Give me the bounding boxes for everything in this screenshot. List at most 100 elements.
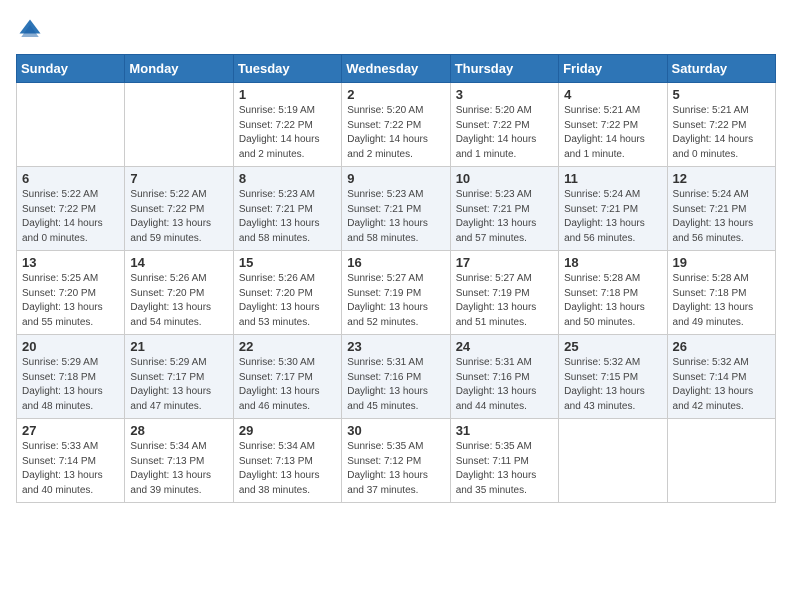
- calendar-table: SundayMondayTuesdayWednesdayThursdayFrid…: [16, 54, 776, 503]
- day-info: Sunrise: 5:21 AM Sunset: 7:22 PM Dayligh…: [673, 104, 770, 162]
- day-info: Sunrise: 5:23 AM Sunset: 7:21 PM Dayligh…: [456, 188, 553, 246]
- calendar-cell: 11 Sunrise: 5:24 AM Sunset: 7:21 PM Dayli…: [559, 167, 667, 251]
- day-info: Sunrise: 5:32 AM Sunset: 7:14 PM Dayligh…: [673, 356, 770, 414]
- day-number: 9: [347, 171, 444, 186]
- calendar-cell: 9 Sunrise: 5:23 AM Sunset: 7:21 PM Daylig…: [342, 167, 450, 251]
- calendar-week-row: 6 Sunrise: 5:22 AM Sunset: 7:22 PM Daylig…: [17, 167, 776, 251]
- day-number: 17: [456, 255, 553, 270]
- calendar-week-row: 13 Sunrise: 5:25 AM Sunset: 7:20 PM Dayli…: [17, 251, 776, 335]
- calendar-cell: 27Sunrise: 5:33 AM Sunset: 7:14 PM Dayli…: [17, 419, 125, 503]
- day-number: 5: [673, 87, 770, 102]
- day-info: Sunrise: 5:31 AM Sunset: 7:16 PM Dayligh…: [347, 356, 444, 414]
- calendar-day-header: Saturday: [667, 55, 775, 83]
- day-info: Sunrise: 5:33 AM Sunset: 7:14 PM Dayligh…: [22, 440, 119, 498]
- day-info: Sunrise: 5:22 AM Sunset: 7:22 PM Dayligh…: [130, 188, 227, 246]
- day-number: 26: [673, 339, 770, 354]
- day-info: Sunrise: 5:27 AM Sunset: 7:19 PM Dayligh…: [347, 272, 444, 330]
- day-info: Sunrise: 5:32 AM Sunset: 7:15 PM Dayligh…: [564, 356, 661, 414]
- calendar-day-header: Friday: [559, 55, 667, 83]
- day-number: 24: [456, 339, 553, 354]
- calendar-day-header: Sunday: [17, 55, 125, 83]
- calendar-cell: 13 Sunrise: 5:25 AM Sunset: 7:20 PM Dayli…: [17, 251, 125, 335]
- day-number: 4: [564, 87, 661, 102]
- calendar-cell: 5 Sunrise: 5:21 AM Sunset: 7:22 PM Daylig…: [667, 83, 775, 167]
- calendar-week-row: 27Sunrise: 5:33 AM Sunset: 7:14 PM Dayli…: [17, 419, 776, 503]
- day-number: 12: [673, 171, 770, 186]
- calendar-cell: 18Sunrise: 5:28 AM Sunset: 7:18 PM Dayli…: [559, 251, 667, 335]
- day-info: Sunrise: 5:29 AM Sunset: 7:18 PM Dayligh…: [22, 356, 119, 414]
- page-header: [16, 16, 776, 44]
- day-info: Sunrise: 5:29 AM Sunset: 7:17 PM Dayligh…: [130, 356, 227, 414]
- calendar-cell: 14 Sunrise: 5:26 AM Sunset: 7:20 PM Dayli…: [125, 251, 233, 335]
- calendar-cell: 16 Sunrise: 5:27 AM Sunset: 7:19 PM Dayli…: [342, 251, 450, 335]
- day-number: 3: [456, 87, 553, 102]
- day-info: Sunrise: 5:20 AM Sunset: 7:22 PM Dayligh…: [347, 104, 444, 162]
- day-number: 20: [22, 339, 119, 354]
- day-number: 18: [564, 255, 661, 270]
- day-number: 31: [456, 423, 553, 438]
- day-number: 8: [239, 171, 336, 186]
- calendar-cell: 12 Sunrise: 5:24 AM Sunset: 7:21 PM Dayli…: [667, 167, 775, 251]
- day-number: 16: [347, 255, 444, 270]
- day-number: 15: [239, 255, 336, 270]
- day-number: 25: [564, 339, 661, 354]
- calendar-cell: 31Sunrise: 5:35 AM Sunset: 7:11 PM Dayli…: [450, 419, 558, 503]
- calendar-day-header: Monday: [125, 55, 233, 83]
- calendar-cell: [125, 83, 233, 167]
- day-info: Sunrise: 5:21 AM Sunset: 7:22 PM Dayligh…: [564, 104, 661, 162]
- day-number: 22: [239, 339, 336, 354]
- day-number: 21: [130, 339, 227, 354]
- day-number: 28: [130, 423, 227, 438]
- calendar-cell: 15 Sunrise: 5:26 AM Sunset: 7:20 PM Dayli…: [233, 251, 341, 335]
- day-info: Sunrise: 5:28 AM Sunset: 7:18 PM Dayligh…: [673, 272, 770, 330]
- day-info: Sunrise: 5:23 AM Sunset: 7:21 PM Dayligh…: [239, 188, 336, 246]
- day-number: 6: [22, 171, 119, 186]
- day-info: Sunrise: 5:34 AM Sunset: 7:13 PM Dayligh…: [239, 440, 336, 498]
- calendar-cell: [559, 419, 667, 503]
- day-number: 19: [673, 255, 770, 270]
- day-number: 7: [130, 171, 227, 186]
- calendar-cell: 23 Sunrise: 5:31 AM Sunset: 7:16 PM Dayli…: [342, 335, 450, 419]
- day-number: 11: [564, 171, 661, 186]
- day-info: Sunrise: 5:31 AM Sunset: 7:16 PM Dayligh…: [456, 356, 553, 414]
- day-info: Sunrise: 5:30 AM Sunset: 7:17 PM Dayligh…: [239, 356, 336, 414]
- calendar-week-row: 20 Sunrise: 5:29 AM Sunset: 7:18 PM Dayli…: [17, 335, 776, 419]
- calendar-day-header: Tuesday: [233, 55, 341, 83]
- calendar-cell: 4 Sunrise: 5:21 AM Sunset: 7:22 PM Daylig…: [559, 83, 667, 167]
- day-info: Sunrise: 5:23 AM Sunset: 7:21 PM Dayligh…: [347, 188, 444, 246]
- day-info: Sunrise: 5:22 AM Sunset: 7:22 PM Dayligh…: [22, 188, 119, 246]
- calendar-cell: 10 Sunrise: 5:23 AM Sunset: 7:21 PM Dayli…: [450, 167, 558, 251]
- calendar-cell: 19 Sunrise: 5:28 AM Sunset: 7:18 PM Dayli…: [667, 251, 775, 335]
- calendar-cell: 17 Sunrise: 5:27 AM Sunset: 7:19 PM Dayli…: [450, 251, 558, 335]
- calendar-week-row: 1 Sunrise: 5:19 AM Sunset: 7:22 PM Daylig…: [17, 83, 776, 167]
- day-info: Sunrise: 5:24 AM Sunset: 7:21 PM Dayligh…: [673, 188, 770, 246]
- logo: [16, 16, 48, 44]
- calendar-cell: 30Sunrise: 5:35 AM Sunset: 7:12 PM Dayli…: [342, 419, 450, 503]
- calendar-cell: [667, 419, 775, 503]
- calendar-cell: 3 Sunrise: 5:20 AM Sunset: 7:22 PM Daylig…: [450, 83, 558, 167]
- calendar-cell: 26 Sunrise: 5:32 AM Sunset: 7:14 PM Dayli…: [667, 335, 775, 419]
- calendar-cell: 25 Sunrise: 5:32 AM Sunset: 7:15 PM Dayli…: [559, 335, 667, 419]
- calendar-cell: 6 Sunrise: 5:22 AM Sunset: 7:22 PM Daylig…: [17, 167, 125, 251]
- day-number: 1: [239, 87, 336, 102]
- calendar-cell: 7 Sunrise: 5:22 AM Sunset: 7:22 PM Daylig…: [125, 167, 233, 251]
- calendar-cell: 1 Sunrise: 5:19 AM Sunset: 7:22 PM Daylig…: [233, 83, 341, 167]
- day-number: 14: [130, 255, 227, 270]
- calendar-header-row: SundayMondayTuesdayWednesdayThursdayFrid…: [17, 55, 776, 83]
- calendar-cell: 2Sunrise: 5:20 AM Sunset: 7:22 PM Daylig…: [342, 83, 450, 167]
- day-info: Sunrise: 5:24 AM Sunset: 7:21 PM Dayligh…: [564, 188, 661, 246]
- day-number: 23: [347, 339, 444, 354]
- calendar-cell: 22 Sunrise: 5:30 AM Sunset: 7:17 PM Dayli…: [233, 335, 341, 419]
- calendar-cell: 28Sunrise: 5:34 AM Sunset: 7:13 PM Dayli…: [125, 419, 233, 503]
- day-info: Sunrise: 5:20 AM Sunset: 7:22 PM Dayligh…: [456, 104, 553, 162]
- day-info: Sunrise: 5:26 AM Sunset: 7:20 PM Dayligh…: [130, 272, 227, 330]
- day-info: Sunrise: 5:25 AM Sunset: 7:20 PM Dayligh…: [22, 272, 119, 330]
- day-info: Sunrise: 5:26 AM Sunset: 7:20 PM Dayligh…: [239, 272, 336, 330]
- day-number: 10: [456, 171, 553, 186]
- day-info: Sunrise: 5:19 AM Sunset: 7:22 PM Dayligh…: [239, 104, 336, 162]
- day-number: 13: [22, 255, 119, 270]
- calendar-cell: [17, 83, 125, 167]
- calendar-cell: 24 Sunrise: 5:31 AM Sunset: 7:16 PM Dayli…: [450, 335, 558, 419]
- day-info: Sunrise: 5:27 AM Sunset: 7:19 PM Dayligh…: [456, 272, 553, 330]
- day-info: Sunrise: 5:35 AM Sunset: 7:12 PM Dayligh…: [347, 440, 444, 498]
